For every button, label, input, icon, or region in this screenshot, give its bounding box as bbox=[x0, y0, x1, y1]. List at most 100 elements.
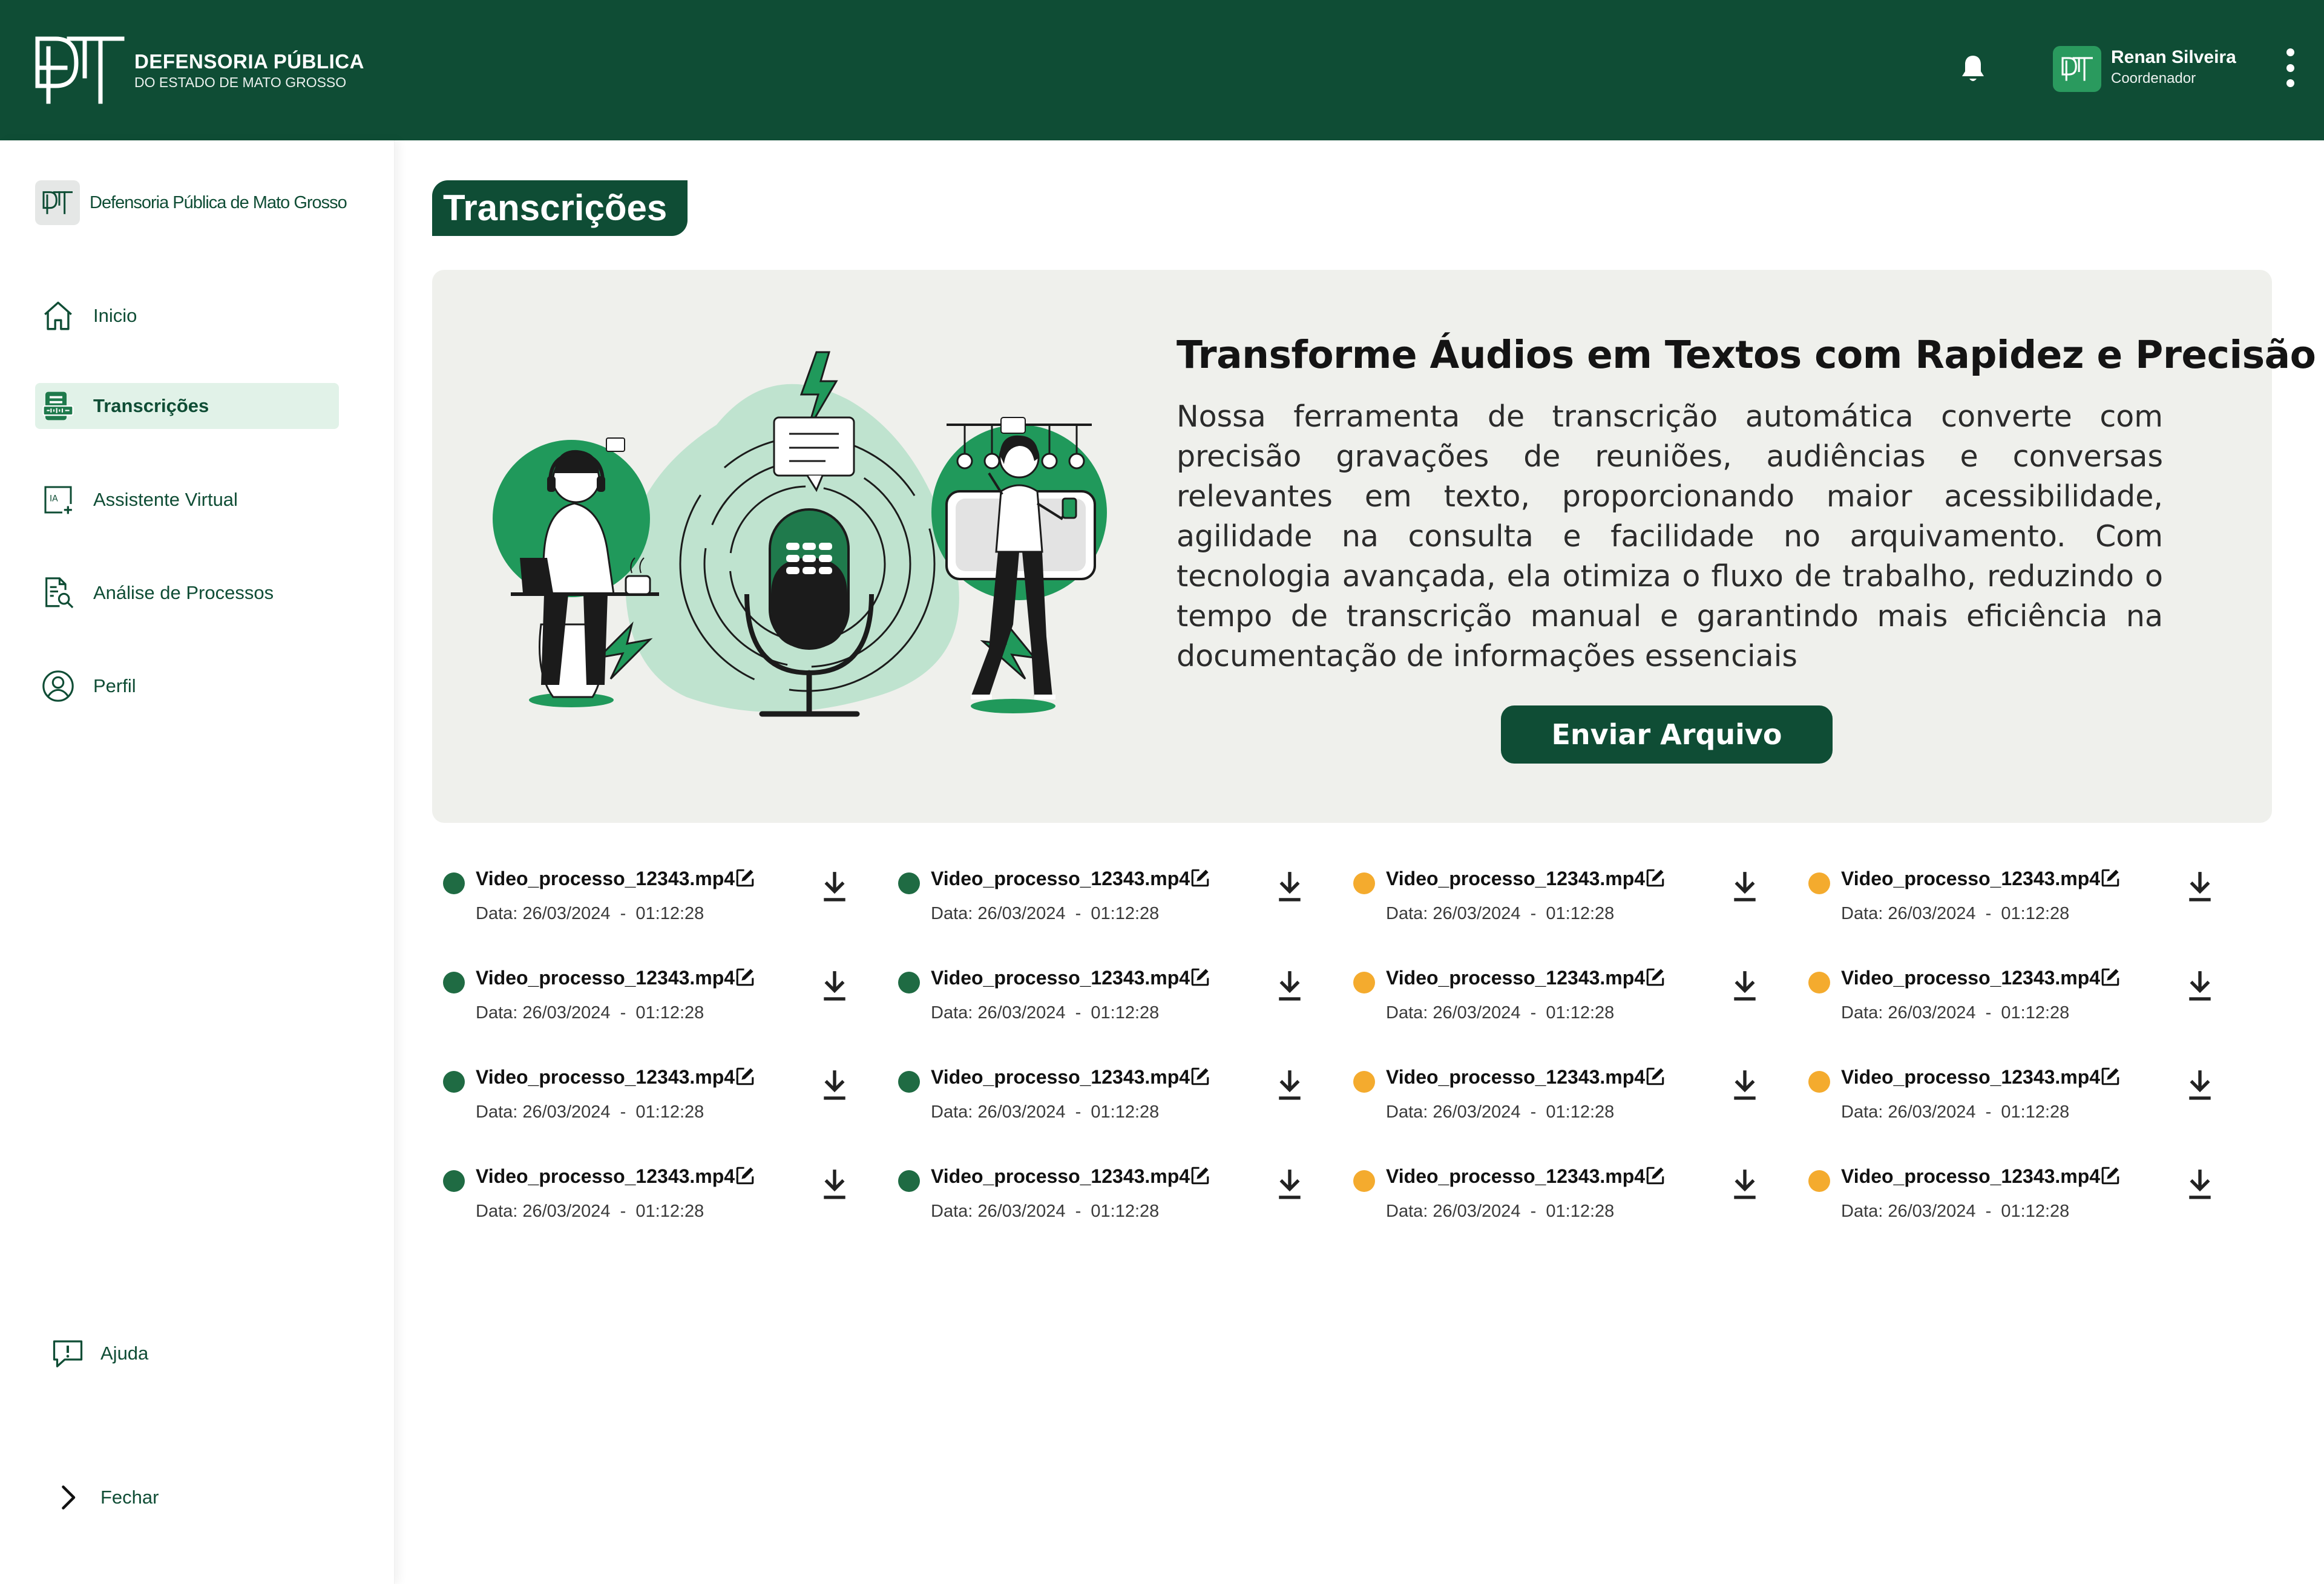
file-item[interactable]: Video_processo_12343.mp4 Data: 26/03/2024… bbox=[887, 1058, 1311, 1136]
edit-icon[interactable] bbox=[735, 1165, 755, 1186]
brand-logo[interactable]: DEFENSORIA PÚBLICA DO ESTADO DE MATO GRO… bbox=[34, 34, 364, 106]
home-icon bbox=[39, 296, 77, 335]
file-name[interactable]: Video_processo_12343.mp4 bbox=[1841, 1165, 2100, 1188]
status-dot-pending bbox=[1808, 972, 1830, 993]
upload-file-button[interactable]: Enviar Arquivo bbox=[1501, 705, 1833, 764]
file-date: Data: 26/03/2024 - 01:12:28 bbox=[476, 1003, 704, 1023]
file-name[interactable]: Video_processo_12343.mp4 bbox=[1386, 1165, 1645, 1188]
user-name[interactable]: Renan Silveira bbox=[2111, 47, 2236, 68]
edit-icon[interactable] bbox=[1645, 1165, 1666, 1186]
download-icon[interactable] bbox=[819, 1066, 850, 1102]
status-dot-pending bbox=[1353, 1170, 1375, 1192]
download-icon[interactable] bbox=[1275, 1165, 1305, 1202]
file-name[interactable]: Video_processo_12343.mp4 bbox=[476, 868, 735, 890]
download-icon[interactable] bbox=[1730, 1066, 1760, 1102]
sidebar-item-analise-processos[interactable]: Análise de Processos bbox=[35, 570, 339, 616]
file-item[interactable]: Video_processo_12343.mp4 Data: 26/03/2024… bbox=[1797, 1157, 2221, 1235]
file-item[interactable]: Video_processo_12343.mp4 Data: 26/03/2024… bbox=[432, 1157, 856, 1235]
file-name[interactable]: Video_processo_12343.mp4 bbox=[931, 1165, 1190, 1188]
transcription-icon bbox=[39, 387, 77, 425]
download-icon[interactable] bbox=[819, 1165, 850, 1202]
file-name[interactable]: Video_processo_12343.mp4 bbox=[1386, 868, 1645, 890]
file-item[interactable]: Video_processo_12343.mp4 Data: 26/03/2024… bbox=[1342, 1058, 1766, 1136]
file-date: Data: 26/03/2024 - 01:12:28 bbox=[476, 1102, 704, 1122]
download-icon[interactable] bbox=[2185, 967, 2215, 1003]
download-icon[interactable] bbox=[1275, 967, 1305, 1003]
download-icon[interactable] bbox=[2185, 1066, 2215, 1102]
edit-icon[interactable] bbox=[1190, 1066, 1210, 1087]
file-name[interactable]: Video_processo_12343.mp4 bbox=[1841, 1066, 2100, 1088]
status-dot-done bbox=[443, 1170, 465, 1192]
download-icon[interactable] bbox=[2185, 1165, 2215, 1202]
edit-icon[interactable] bbox=[2100, 868, 2121, 888]
edit-icon[interactable] bbox=[2100, 1066, 2121, 1087]
status-dot-pending bbox=[1353, 972, 1375, 993]
file-item[interactable]: Video_processo_12343.mp4 Data: 26/03/2024… bbox=[432, 958, 856, 1037]
sidebar-item-assistente-virtual[interactable]: IA Assistente Virtual bbox=[35, 477, 339, 523]
file-item[interactable]: Video_processo_12343.mp4 Data: 26/03/2024… bbox=[1797, 1058, 2221, 1136]
user-avatar[interactable] bbox=[2053, 46, 2101, 92]
download-icon[interactable] bbox=[1730, 868, 1760, 904]
file-name[interactable]: Video_processo_12343.mp4 bbox=[476, 1165, 735, 1188]
edit-icon[interactable] bbox=[735, 868, 755, 888]
file-name[interactable]: Video_processo_12343.mp4 bbox=[1841, 868, 2100, 890]
file-item[interactable]: Video_processo_12343.mp4 Data: 26/03/2024… bbox=[887, 859, 1311, 938]
file-name[interactable]: Video_processo_12343.mp4 bbox=[1841, 967, 2100, 989]
download-icon[interactable] bbox=[1730, 1165, 1760, 1202]
ai-assistant-icon: IA bbox=[39, 480, 77, 519]
edit-icon[interactable] bbox=[1190, 868, 1210, 888]
file-item[interactable]: Video_processo_12343.mp4 Data: 26/03/2024… bbox=[1797, 859, 2221, 938]
kebab-dot bbox=[2286, 48, 2294, 56]
file-name[interactable]: Video_processo_12343.mp4 bbox=[1386, 967, 1645, 989]
file-name[interactable]: Video_processo_12343.mp4 bbox=[931, 868, 1190, 890]
file-item[interactable]: Video_processo_12343.mp4 Data: 26/03/2024… bbox=[432, 1058, 856, 1136]
file-item[interactable]: Video_processo_12343.mp4 Data: 26/03/2024… bbox=[887, 1157, 1311, 1235]
dpmt-logo-icon bbox=[35, 36, 125, 104]
sidebar-item-perfil[interactable]: Perfil bbox=[35, 663, 339, 709]
sidebar-item-label: Análise de Processos bbox=[93, 582, 274, 603]
edit-icon[interactable] bbox=[1645, 1066, 1666, 1087]
sidebar-item-transcricoes[interactable]: Transcrições bbox=[35, 383, 339, 429]
file-item[interactable]: Video_processo_12343.mp4 Data: 26/03/2024… bbox=[1342, 1157, 1766, 1235]
file-item[interactable]: Video_processo_12343.mp4 Data: 26/03/2024… bbox=[887, 958, 1311, 1037]
edit-icon[interactable] bbox=[2100, 1165, 2121, 1186]
file-item[interactable]: Video_processo_12343.mp4 Data: 26/03/2024… bbox=[1342, 958, 1766, 1037]
edit-icon[interactable] bbox=[1190, 1165, 1210, 1186]
edit-icon[interactable] bbox=[2100, 967, 2121, 987]
status-dot-done bbox=[898, 872, 920, 894]
podcast-illustration bbox=[493, 351, 1107, 717]
download-icon[interactable] bbox=[819, 967, 850, 1003]
download-icon[interactable] bbox=[2185, 868, 2215, 904]
edit-icon[interactable] bbox=[1190, 967, 1210, 987]
edit-icon[interactable] bbox=[1645, 868, 1666, 888]
file-name[interactable]: Video_processo_12343.mp4 bbox=[931, 967, 1190, 989]
sidebar-item-inicio[interactable]: Inicio bbox=[35, 293, 339, 339]
help-button[interactable]: Ajuda bbox=[50, 1332, 148, 1375]
brand-subtitle: DO ESTADO DE MATO GROSSO bbox=[134, 74, 347, 90]
bell-icon[interactable] bbox=[1958, 53, 1988, 85]
edit-icon[interactable] bbox=[735, 1066, 755, 1087]
sidebar: Defensoria Pública de Mato Grosso Inicio… bbox=[0, 140, 395, 1584]
file-date: Data: 26/03/2024 - 01:12:28 bbox=[931, 1102, 1160, 1122]
download-icon[interactable] bbox=[1730, 967, 1760, 1003]
file-name[interactable]: Video_processo_12343.mp4 bbox=[476, 1066, 735, 1088]
download-icon[interactable] bbox=[1275, 1066, 1305, 1102]
sidebar-item-label: Assistente Virtual bbox=[93, 489, 238, 510]
more-vertical-icon[interactable] bbox=[2282, 48, 2299, 87]
file-item[interactable]: Video_processo_12343.mp4 Data: 26/03/2024… bbox=[1797, 958, 2221, 1037]
edit-icon[interactable] bbox=[1645, 967, 1666, 987]
status-dot-pending bbox=[1808, 872, 1830, 894]
file-item[interactable]: Video_processo_12343.mp4 Data: 26/03/2024… bbox=[1342, 859, 1766, 938]
file-name[interactable]: Video_processo_12343.mp4 bbox=[931, 1066, 1190, 1088]
download-icon[interactable] bbox=[1275, 868, 1305, 904]
file-name[interactable]: Video_processo_12343.mp4 bbox=[1386, 1066, 1645, 1088]
sidebar-item-label: Transcrições bbox=[93, 395, 209, 416]
close-sidebar-button[interactable]: Fechar bbox=[50, 1476, 159, 1519]
file-date: Data: 26/03/2024 - 01:12:28 bbox=[1841, 1003, 2070, 1023]
sidebar-logo-icon bbox=[35, 180, 80, 225]
file-name[interactable]: Video_processo_12343.mp4 bbox=[476, 967, 735, 989]
file-item[interactable]: Video_processo_12343.mp4 Data: 26/03/2024… bbox=[432, 859, 856, 938]
file-date: Data: 26/03/2024 - 01:12:28 bbox=[931, 1003, 1160, 1023]
edit-icon[interactable] bbox=[735, 967, 755, 987]
download-icon[interactable] bbox=[819, 868, 850, 904]
